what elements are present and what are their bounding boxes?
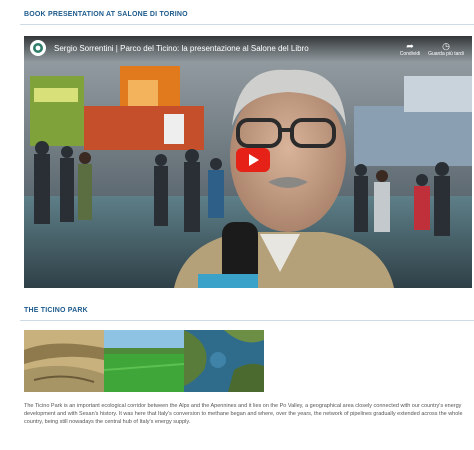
wetland-photo[interactable] bbox=[184, 330, 264, 392]
share-button[interactable]: ➦ Condividi bbox=[396, 41, 424, 57]
green-field-photo[interactable] bbox=[104, 330, 184, 392]
clock-icon: ◷ bbox=[442, 41, 450, 51]
watch-later-button[interactable]: ◷ Guarda più tardi bbox=[426, 41, 466, 57]
video-top-bar: Sergio Sorrentini | Parco del Ticino: la… bbox=[24, 36, 472, 62]
video-player[interactable]: Sergio Sorrentini | Parco del Ticino: la… bbox=[24, 36, 472, 288]
photo-gallery bbox=[24, 330, 264, 392]
section-title-park: THE TICINO PARK bbox=[24, 307, 88, 314]
river-sand-photo[interactable] bbox=[24, 330, 104, 392]
section-divider bbox=[20, 320, 474, 321]
video-title[interactable]: Sergio Sorrentini | Parco del Ticino: la… bbox=[54, 44, 384, 53]
content-panel: BOOK PRESENTATION AT SALONE DI TORINO Se… bbox=[16, 0, 474, 450]
play-button[interactable] bbox=[236, 148, 270, 172]
channel-logo-icon[interactable] bbox=[30, 40, 46, 56]
share-icon: ➦ bbox=[406, 41, 414, 51]
watch-later-label: Guarda più tardi bbox=[428, 51, 464, 57]
section-divider bbox=[20, 24, 474, 25]
park-description: The Ticino Park is an important ecologic… bbox=[24, 403, 463, 425]
share-label: Condividi bbox=[399, 51, 421, 57]
section-title-book: BOOK PRESENTATION AT SALONE DI TORINO bbox=[24, 11, 188, 18]
